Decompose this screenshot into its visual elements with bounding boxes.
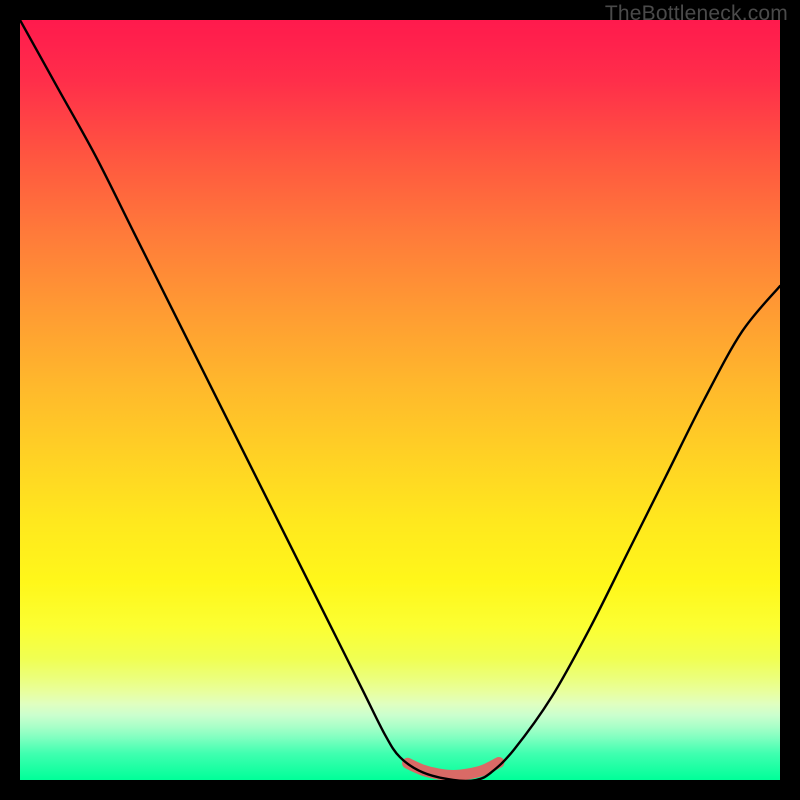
- plot-area: [20, 20, 780, 780]
- watermark-label: TheBottleneck.com: [605, 2, 788, 26]
- curve-series: [20, 20, 780, 780]
- bottleneck-curve-path: [20, 20, 780, 780]
- bottom-band-path: [408, 763, 499, 776]
- chart-frame: TheBottleneck.com: [0, 0, 800, 800]
- bottom-band-series: [408, 763, 499, 776]
- chart-svg: [20, 20, 780, 780]
